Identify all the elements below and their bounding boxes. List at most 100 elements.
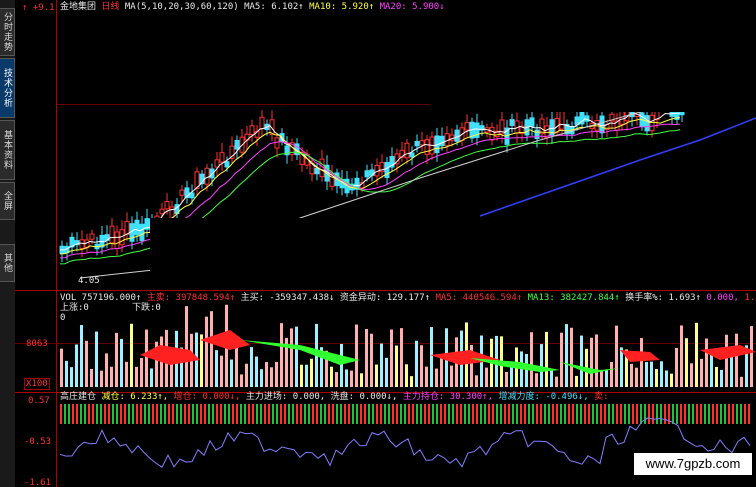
volume-bar	[575, 375, 578, 387]
volume-bar	[230, 359, 233, 387]
volume-bar	[110, 366, 113, 387]
indicator-bar	[232, 404, 234, 424]
indicator-bar	[228, 404, 230, 424]
volume-bar	[750, 326, 753, 387]
vol-ma5-value: 440546.594↑	[462, 293, 523, 303]
indicator-bar	[644, 404, 646, 424]
indicator-bar	[100, 404, 102, 424]
volume-bar	[550, 368, 553, 387]
indicator-bar	[440, 404, 442, 424]
indicator-bar	[588, 404, 590, 424]
indicator-bar	[260, 404, 262, 424]
candle-body	[139, 223, 145, 242]
candle-body	[364, 170, 370, 178]
volume-bar	[135, 366, 138, 387]
volume-bar	[245, 363, 248, 387]
indicator-bar	[124, 404, 126, 424]
volume-bar	[70, 367, 73, 387]
indicator-bar	[648, 404, 650, 424]
indicator-bar	[88, 404, 90, 424]
volume-bar	[305, 364, 308, 387]
indicator-bar	[708, 404, 710, 424]
indicator-bar	[672, 404, 674, 424]
down-count-label: 下跌:0	[132, 303, 161, 313]
indicator-bar	[556, 404, 558, 424]
indicator-bar	[264, 404, 266, 424]
indicator-bar	[184, 404, 186, 424]
indicator-bar	[284, 404, 286, 424]
indicator-bar	[620, 404, 622, 424]
candle-body	[259, 116, 265, 130]
candle-body	[559, 110, 565, 130]
candle-body	[274, 137, 280, 149]
indicator-bar	[512, 404, 514, 424]
volume-bar	[220, 355, 223, 387]
indicator-bar	[408, 404, 410, 424]
indicator-bar	[280, 404, 282, 424]
volume-bar	[240, 374, 243, 387]
indicator-bar	[496, 404, 498, 424]
volume-bar	[565, 324, 568, 387]
indicator-bar	[168, 404, 170, 424]
volume-bar	[255, 356, 258, 387]
chart-mask	[430, 0, 756, 112]
volume-bar	[640, 338, 643, 387]
volume-bar	[555, 376, 558, 387]
indicator-bar	[72, 404, 74, 424]
volume-bar	[85, 340, 88, 387]
candle-body	[649, 114, 655, 132]
indicator-bar	[608, 404, 610, 424]
candle-body	[414, 140, 420, 147]
indicator-bar	[724, 404, 726, 424]
indicator-bar	[316, 404, 318, 424]
indicator-bar	[500, 404, 502, 424]
volume-bar	[330, 366, 333, 387]
indicator-bar	[308, 404, 310, 424]
volume-bar	[355, 324, 358, 387]
volume-bar	[265, 362, 268, 387]
volume-bar	[685, 338, 688, 387]
volume-bar	[535, 373, 538, 387]
force-value: -0.496↓,	[545, 392, 589, 402]
indicator-bar	[436, 404, 438, 424]
indicator-bar	[192, 404, 194, 424]
volume-bar	[380, 343, 383, 387]
indicator-bar	[128, 404, 130, 424]
indicator-bar	[420, 404, 422, 424]
volume-bar	[405, 364, 408, 387]
indicator-bar	[68, 404, 70, 424]
indicator-bar	[256, 404, 258, 424]
volume-bar	[335, 372, 338, 387]
volume-bar	[270, 367, 273, 387]
indicator-bar	[204, 404, 206, 424]
indicator-bar	[552, 404, 554, 424]
candle-body	[164, 201, 170, 210]
main-hold-value: 30.300↑,	[449, 392, 494, 402]
volume-bar	[295, 326, 298, 387]
indicator-bar	[684, 404, 686, 424]
volume-bar	[695, 322, 698, 387]
volume-bar	[420, 345, 423, 387]
volume-axis-value: 8063	[26, 339, 48, 349]
main-sell-label: 主卖:	[146, 293, 171, 303]
volume-bar	[100, 370, 103, 387]
volume-bar	[65, 360, 68, 387]
indicator-bar	[640, 404, 642, 424]
chart-canvas[interactable]	[0, 0, 756, 487]
indicator-bar	[560, 404, 562, 424]
indicator-bar	[448, 404, 450, 424]
indicator-bar	[396, 404, 398, 424]
indicator-bar	[392, 404, 394, 424]
ma10-value: 5.920↑	[341, 2, 375, 12]
volume-bar	[660, 361, 663, 387]
indicator-bar	[476, 404, 478, 424]
volume-bar	[250, 347, 253, 387]
candle-body	[179, 189, 185, 196]
volume-bar	[60, 348, 63, 387]
indicator-bar	[84, 404, 86, 424]
indicator-axis-bottom: -1.61	[24, 478, 52, 487]
volume-bar	[120, 338, 123, 387]
ma20-value: 5.900↓	[412, 2, 445, 12]
indicator-bar	[180, 404, 182, 424]
indicator-bar	[116, 404, 118, 424]
